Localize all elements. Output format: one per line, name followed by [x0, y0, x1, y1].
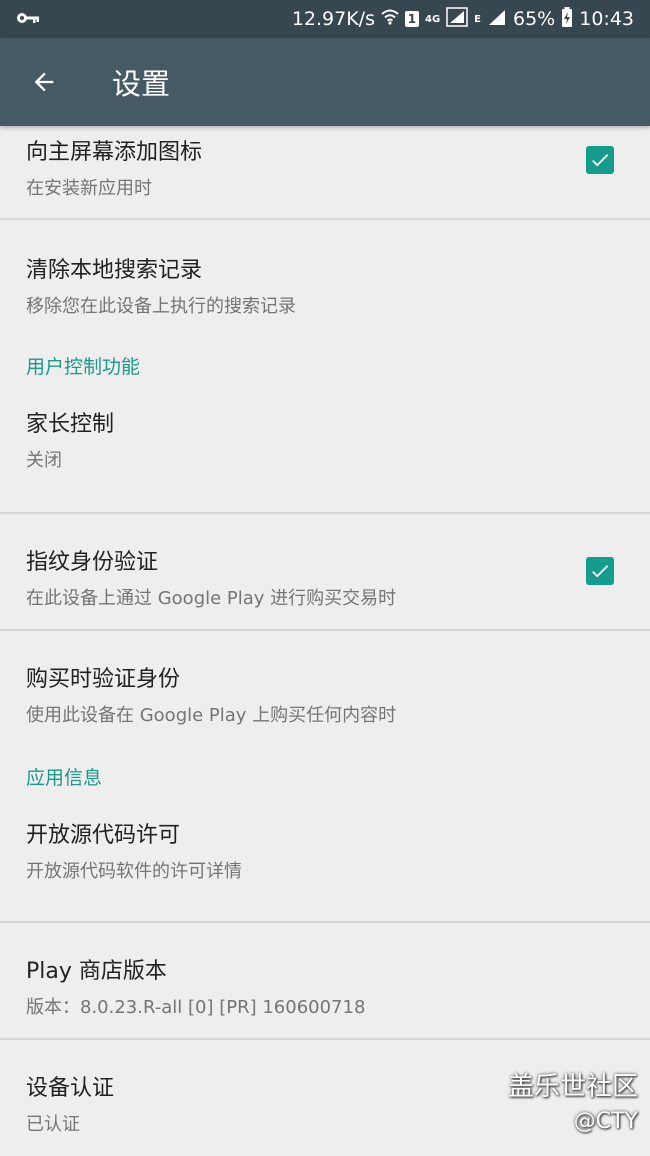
- setting-subtitle: 在安装新应用时: [26, 178, 152, 199]
- app-bar: 设置: [0, 38, 650, 126]
- wifi-icon: [381, 8, 399, 30]
- setting-add-icon[interactable]: 向主屏幕添加图标 在安装新应用时: [0, 126, 650, 218]
- setting-fingerprint[interactable]: 指纹身份验证 在此设备上通过 Google Play 进行购买交易时: [0, 514, 650, 629]
- fingerprint-checkbox[interactable]: [586, 557, 614, 585]
- battery-percent: 65%: [513, 8, 556, 30]
- setting-title: 清除本地搜索记录: [26, 258, 203, 283]
- setting-subtitle: 关闭: [26, 450, 62, 471]
- setting-subtitle: 开放源代码软件的许可详情: [26, 861, 242, 882]
- setting-purchase-auth[interactable]: 购买时验证身份 使用此设备在 Google Play 上购买任何内容时: [0, 631, 650, 747]
- signal-icon: [446, 6, 468, 32]
- add-icon-checkbox[interactable]: [586, 146, 614, 174]
- check-icon: [592, 154, 609, 167]
- setting-subtitle: 移除您在此设备上执行的搜索记录: [26, 296, 296, 317]
- setting-title: Play 商店版本: [26, 959, 167, 984]
- arrow-left-icon: [34, 72, 54, 92]
- setting-title: 指纹身份验证: [26, 550, 159, 575]
- setting-subtitle: 使用此设备在 Google Play 上购买任何内容时: [26, 705, 397, 726]
- setting-subtitle: 版本：8.0.23.R-all [0] [PR] 160600718: [26, 997, 366, 1018]
- battery-icon: [561, 6, 573, 32]
- back-button[interactable]: [24, 62, 64, 102]
- watermark: 盖乐世社区 @CTY: [508, 1066, 638, 1134]
- section-header-app-info: 应用信息: [26, 767, 103, 789]
- setting-title: 家长控制: [26, 412, 115, 437]
- signal-icon-2: [487, 8, 507, 31]
- check-icon: [592, 565, 609, 578]
- settings-list: 向主屏幕添加图标 在安装新应用时 清除本地搜索记录 移除您在此设备上执行的搜索记…: [0, 126, 650, 1150]
- network-e-label: E: [474, 13, 481, 25]
- setting-open-source[interactable]: 开放源代码许可 开放源代码软件的许可详情: [0, 805, 650, 921]
- watermark-line-1: 盖乐世社区: [507, 1072, 638, 1102]
- setting-title: 开放源代码许可: [26, 823, 181, 848]
- setting-parental[interactable]: 家长控制 关闭: [0, 394, 650, 512]
- section-header-user-controls: 用户控制功能: [26, 356, 141, 378]
- network-speed: 12.97K/s: [291, 8, 375, 30]
- setting-clear-history[interactable]: 清除本地搜索记录 移除您在此设备上执行的搜索记录: [0, 220, 650, 336]
- key-icon: [16, 10, 40, 29]
- setting-subtitle: 在此设备上通过 Google Play 进行购买交易时: [26, 588, 397, 609]
- clock: 10:43: [579, 8, 634, 30]
- status-bar: 12.97K/s 1 4G E 65% 10:43: [0, 0, 650, 38]
- setting-title: 购买时验证身份: [26, 667, 181, 692]
- sim-badge: 1: [404, 11, 419, 27]
- watermark-line-2: @CTY: [573, 1109, 638, 1134]
- setting-version[interactable]: Play 商店版本 版本：8.0.23.R-all [0] [PR] 16060…: [0, 923, 650, 1038]
- network-4g-label: 4G: [424, 13, 441, 25]
- setting-title: 向主屏幕添加图标: [26, 140, 203, 165]
- page-title: 设置: [112, 67, 171, 101]
